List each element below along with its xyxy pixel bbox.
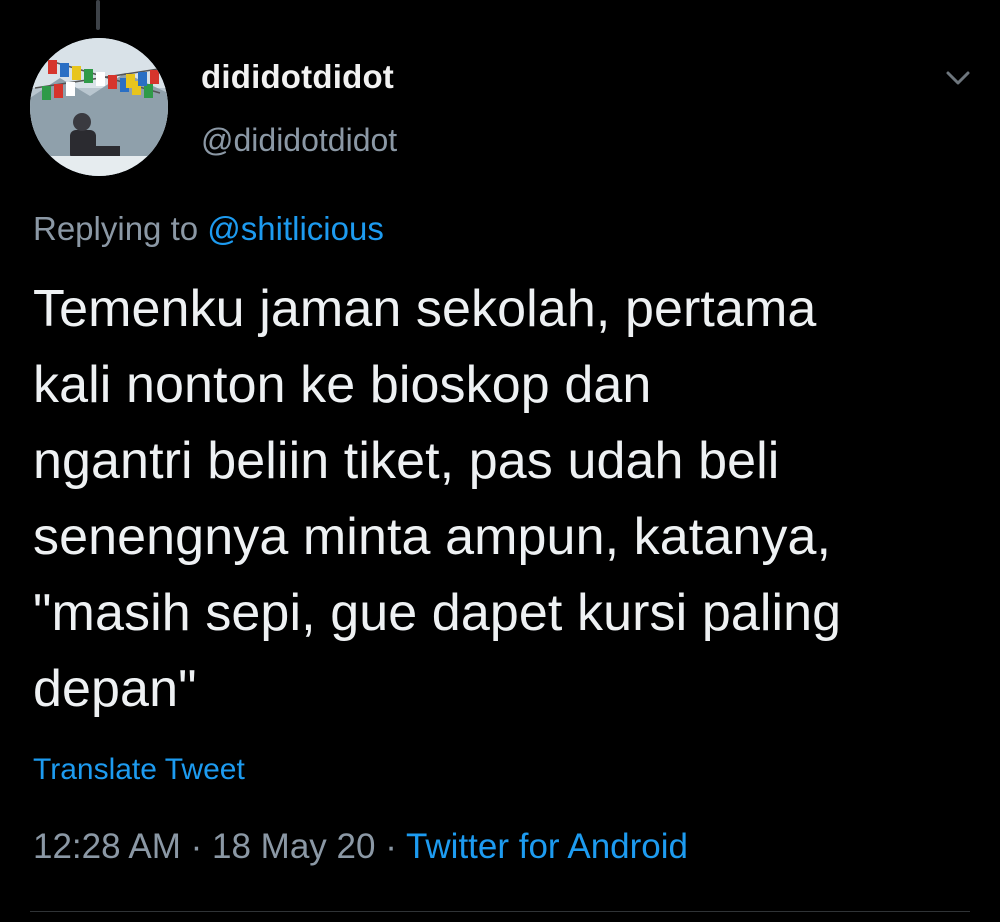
- divider: [30, 911, 970, 912]
- translate-tweet-link[interactable]: Translate Tweet: [33, 753, 245, 787]
- author-display-name[interactable]: dididotdidot: [201, 58, 394, 96]
- tweet-source-link[interactable]: Twitter for Android: [406, 827, 688, 866]
- reply-mention-link[interactable]: @shitlicious: [207, 210, 384, 247]
- tweet-text-line: "masih sepi, gue dapet kursi paling: [33, 584, 842, 642]
- avatar[interactable]: [30, 38, 168, 176]
- tweet-date[interactable]: 18 May 20: [212, 827, 375, 866]
- thread-connector-line: [96, 0, 100, 30]
- tweet-text-line: Temenku jaman sekolah, pertama: [33, 280, 817, 338]
- chevron-down-icon: [946, 71, 970, 85]
- tweet-text-line: kali nonton ke bioskop dan: [33, 356, 652, 414]
- tweet-menu-button[interactable]: [940, 60, 976, 96]
- tweet-text-line: ngantri beliin tiket, pas udah beli: [33, 432, 780, 490]
- meta-separator: ·: [190, 827, 203, 866]
- tweet-text: Temenku jaman sekolah, pertama kali nonto…: [33, 271, 983, 727]
- tweet-text-line: senengnya minta ampun, katanya,: [33, 508, 832, 566]
- tweet-text-line: depan": [33, 660, 197, 718]
- replying-to-line: Replying to @shitlicious: [33, 210, 384, 248]
- tweet-meta: 12:28 AM · 18 May 20 · Twitter for Andro…: [33, 827, 688, 867]
- replying-to-label: Replying to: [33, 210, 199, 247]
- tweet-time[interactable]: 12:28 AM: [33, 827, 181, 866]
- meta-separator: ·: [385, 827, 397, 866]
- avatar-photo: [30, 38, 168, 176]
- author-handle[interactable]: @dididotdidot: [201, 122, 397, 159]
